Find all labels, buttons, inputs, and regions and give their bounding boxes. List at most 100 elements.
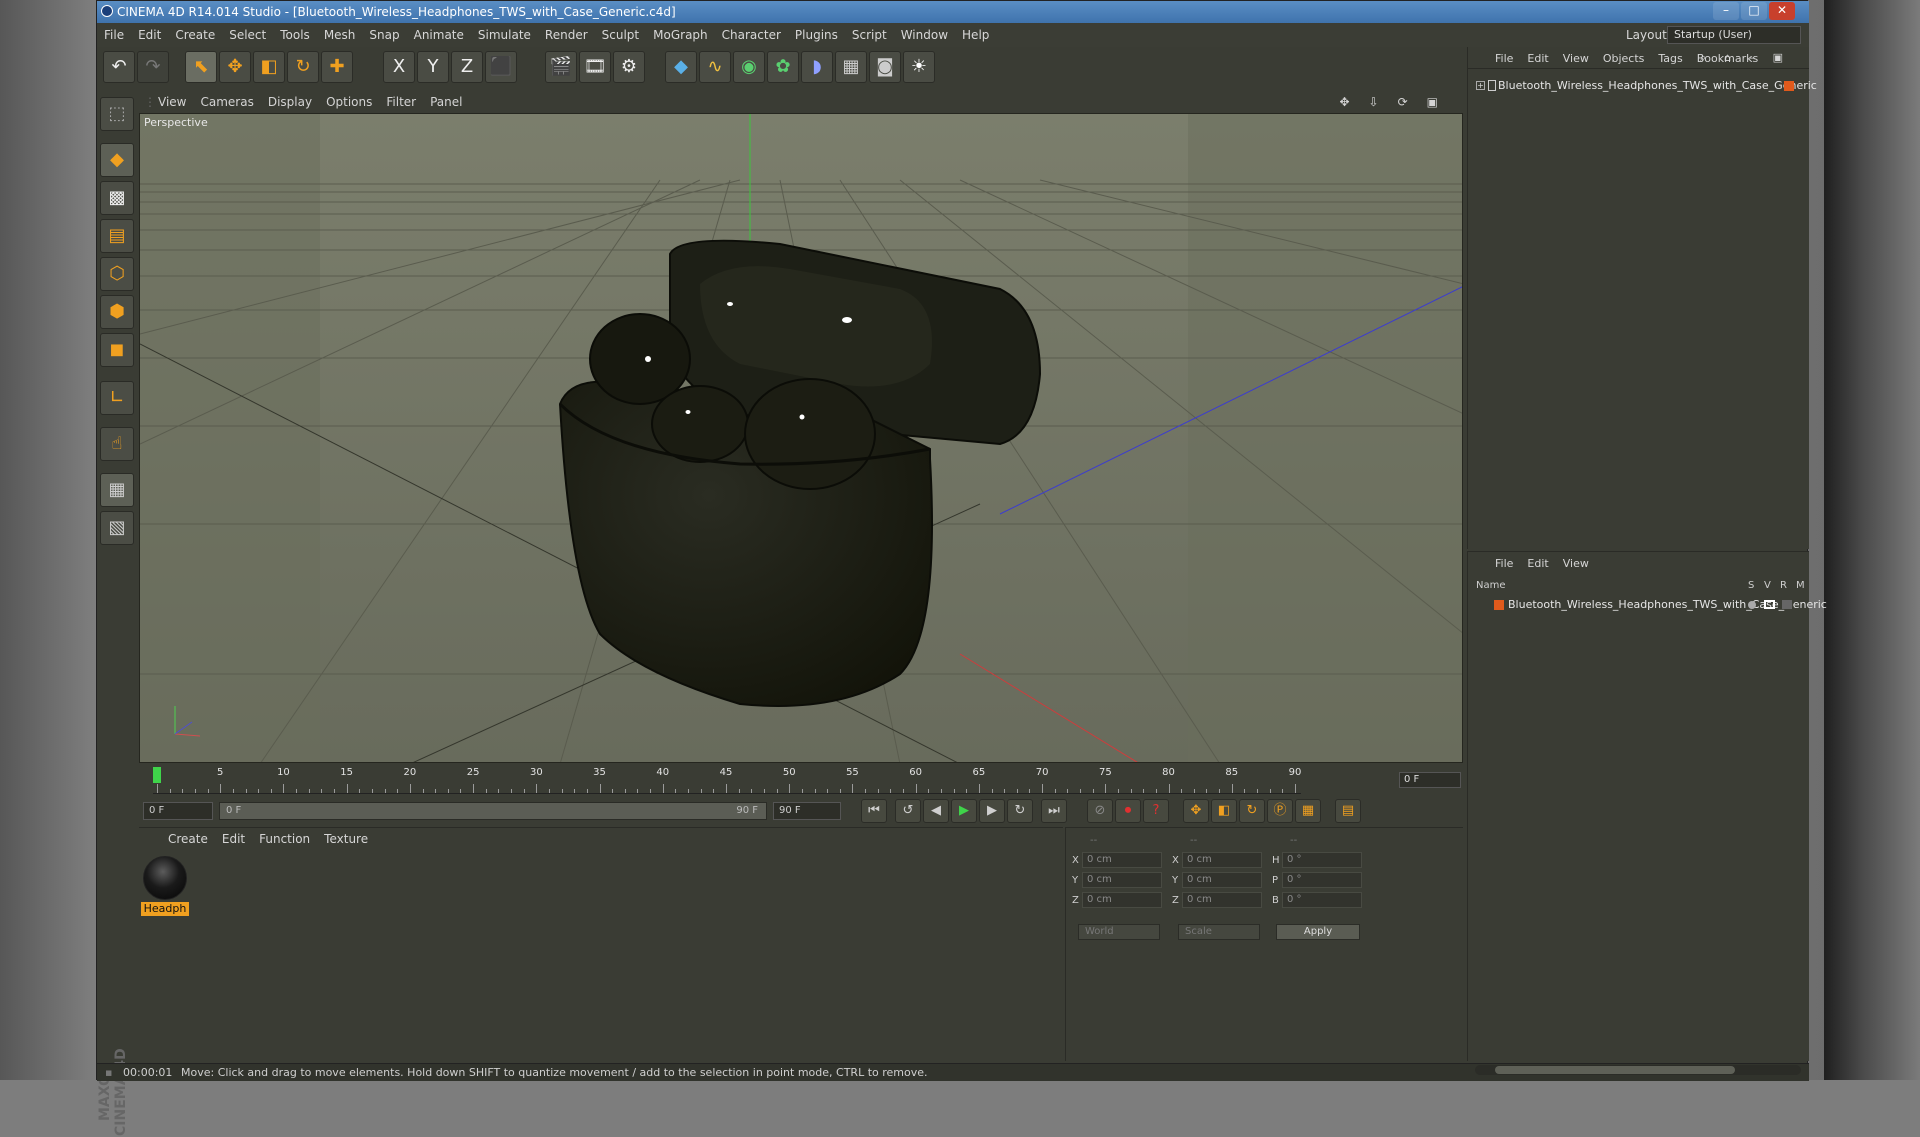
layer-menu-view[interactable]: View	[1556, 553, 1596, 575]
menu-window[interactable]: Window	[894, 23, 955, 47]
end-frame-field[interactable]: 90 F	[773, 802, 841, 820]
material-menu-create[interactable]: Create	[161, 828, 215, 850]
menu-snap[interactable]: Snap	[362, 23, 406, 47]
object-menu-file[interactable]: File	[1488, 48, 1520, 70]
redo-icon[interactable]: ↷	[137, 51, 169, 83]
menu-animate[interactable]: Animate	[407, 23, 471, 47]
render-picture-viewer-icon[interactable]: 🎞	[579, 51, 611, 83]
menu-character[interactable]: Character	[715, 23, 788, 47]
key-position-icon[interactable]: ✥	[1183, 799, 1209, 823]
goto-start-icon[interactable]: ⏮	[861, 799, 887, 823]
prev-key-icon[interactable]: ↺	[895, 799, 921, 823]
array-icon[interactable]: ✿	[767, 51, 799, 83]
new-window-icon[interactable]: ▣	[1766, 47, 1794, 69]
material-menu-edit[interactable]: Edit	[215, 828, 252, 850]
perspective-viewport[interactable]: Perspective	[139, 113, 1463, 763]
points-mode-icon[interactable]: ⬡	[100, 257, 134, 291]
menu-render[interactable]: Render	[538, 23, 595, 47]
move-icon[interactable]: ✥	[219, 51, 251, 83]
z-axis-icon[interactable]: Z	[451, 51, 483, 83]
menu-simulate[interactable]: Simulate	[471, 23, 538, 47]
camera-icon[interactable]: ◙	[869, 51, 901, 83]
material-menu-function[interactable]: Function	[252, 828, 317, 850]
keyframe-help-icon[interactable]: ?	[1143, 799, 1169, 823]
scale-icon[interactable]: ◧	[253, 51, 285, 83]
layer-row[interactable]: Bluetooth_Wireless_Headphones_TWS_with_C…	[1472, 596, 1827, 614]
viewport-menu-panel[interactable]: Panel	[423, 91, 469, 113]
preview-range-slider[interactable]: 0 F 90 F	[219, 802, 767, 820]
menu-mograph[interactable]: MoGraph	[646, 23, 715, 47]
layout-select[interactable]: Startup (User)	[1667, 26, 1801, 44]
position-y-field[interactable]: 0 cm	[1082, 872, 1162, 888]
close-button[interactable]: ✕	[1769, 2, 1795, 20]
render-toggle-icon[interactable]	[1782, 600, 1792, 609]
viewport-menu-display[interactable]: Display	[261, 91, 319, 113]
key-scale-icon[interactable]: ◧	[1211, 799, 1237, 823]
menu-file[interactable]: File	[97, 23, 131, 47]
object-row[interactable]: + Bluetooth_Wireless_Headphones_TWS_with…	[1472, 77, 1817, 95]
position-z-field[interactable]: 0 cm	[1082, 892, 1162, 908]
goto-end-icon[interactable]: ⏭	[1041, 799, 1067, 823]
layer-menu-file[interactable]: File	[1488, 553, 1520, 575]
deformer-icon[interactable]: ◗	[801, 51, 833, 83]
material-name[interactable]: Headph	[141, 902, 189, 916]
maximize-button[interactable]: □	[1741, 2, 1767, 20]
menu-edit[interactable]: Edit	[131, 23, 168, 47]
object-menu-tags[interactable]: Tags	[1651, 48, 1689, 70]
menu-script[interactable]: Script	[845, 23, 894, 47]
collapse-icon[interactable]: –	[1742, 47, 1766, 69]
size-x-field[interactable]: 0 cm	[1182, 852, 1262, 868]
menu-mesh[interactable]: Mesh	[317, 23, 363, 47]
autokey-icon[interactable]: ⊘	[1087, 799, 1113, 823]
key-parameter-icon[interactable]: Ⓟ	[1267, 799, 1293, 823]
cube-icon[interactable]: ◆	[665, 51, 697, 83]
light-icon[interactable]: ☀	[903, 51, 935, 83]
render-view-icon[interactable]: 🎬	[545, 51, 577, 83]
object-menu-edit[interactable]: Edit	[1520, 48, 1555, 70]
viewport-menu-options[interactable]: Options	[319, 91, 379, 113]
x-axis-icon[interactable]: X	[383, 51, 415, 83]
timeline-ruler[interactable]: 051015202530354045505560657075808590	[153, 766, 1301, 794]
play-icon[interactable]: ▶	[951, 799, 977, 823]
nurbs-icon[interactable]: ◉	[733, 51, 765, 83]
size-z-field[interactable]: 0 cm	[1182, 892, 1262, 908]
playhead[interactable]	[153, 767, 161, 783]
coord-mode-world-select[interactable]: World	[1078, 924, 1160, 940]
search-icon[interactable]: ⌕	[1693, 47, 1717, 69]
next-frame-icon[interactable]: ▶	[979, 799, 1005, 823]
move-view-icon[interactable]: ✥	[1332, 91, 1361, 113]
menu-tools[interactable]: Tools	[273, 23, 317, 47]
menu-select[interactable]: Select	[222, 23, 273, 47]
minimize-button[interactable]: –	[1713, 2, 1739, 20]
rotation-b-field[interactable]: 0 °	[1282, 892, 1362, 908]
coord-mode-scale-select[interactable]: Scale	[1178, 924, 1260, 940]
rotation-h-field[interactable]: 0 °	[1282, 852, 1362, 868]
undo-icon[interactable]: ↶	[103, 51, 135, 83]
menu-sculpt[interactable]: Sculpt	[595, 23, 646, 47]
axis-mode-icon[interactable]: ∟	[100, 381, 134, 415]
record-icon[interactable]: ⏺	[1115, 799, 1141, 823]
size-y-field[interactable]: 0 cm	[1182, 872, 1262, 888]
rotate-view-icon[interactable]: ⟳	[1391, 91, 1420, 113]
scene-floor-icon[interactable]: ▦	[835, 51, 867, 83]
prev-frame-icon[interactable]: ◀	[923, 799, 949, 823]
locked-workplane-icon[interactable]: ▧	[100, 511, 134, 545]
spline-icon[interactable]: ∿	[699, 51, 731, 83]
y-axis-icon[interactable]: Y	[417, 51, 449, 83]
apply-button[interactable]: Apply	[1276, 924, 1360, 940]
viewport-menu-filter[interactable]: Filter	[379, 91, 423, 113]
menu-plugins[interactable]: Plugins	[788, 23, 845, 47]
position-x-field[interactable]: 0 cm	[1082, 852, 1162, 868]
next-key-icon[interactable]: ↻	[1007, 799, 1033, 823]
model-mode-icon[interactable]: ◆	[100, 143, 134, 177]
make-editable-icon[interactable]: ⬚	[100, 97, 134, 131]
edit-render-settings-icon[interactable]: ⚙	[613, 51, 645, 83]
maximize-view-icon[interactable]: ▣	[1420, 91, 1450, 113]
material-thumbnail[interactable]	[143, 856, 187, 900]
layer-menu-edit[interactable]: Edit	[1520, 553, 1555, 575]
menu-help[interactable]: Help	[955, 23, 996, 47]
horizontal-scrollbar[interactable]	[1475, 1065, 1801, 1075]
current-frame-field[interactable]: 0 F	[1399, 772, 1461, 788]
home-icon[interactable]: ⌂	[1717, 47, 1742, 69]
object-menu-objects[interactable]: Objects	[1596, 48, 1652, 70]
